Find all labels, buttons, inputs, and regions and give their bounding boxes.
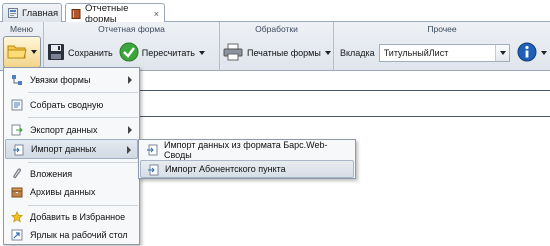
save-label: Сохранить — [68, 47, 113, 58]
chevron-right-icon — [127, 146, 131, 154]
chevron-right-icon — [128, 76, 132, 84]
info-button[interactable] — [514, 39, 550, 67]
chevron-down-icon[interactable] — [495, 44, 509, 61]
group-title: Меню — [10, 24, 33, 34]
menu-item-label: Ярлык на рабочий стол — [30, 230, 128, 240]
menu-item-label: Увязки формы — [30, 75, 91, 85]
print-forms-label: Печатные формы — [247, 47, 321, 58]
divider — [28, 162, 138, 163]
printer-icon — [223, 43, 243, 63]
import-submenu: Импорт данных из формата Барс.Web-Своды … — [138, 139, 356, 179]
import-file-icon — [146, 144, 158, 156]
divider — [28, 205, 138, 206]
menu-item-collect-summary[interactable]: Собрать сводную — [5, 95, 138, 115]
ribbon-toolbar: Меню Отчетная форма Сохранить Пересчитат… — [0, 22, 550, 71]
divider — [28, 92, 138, 93]
processing-group: Обработки Печатные формы — [220, 22, 334, 71]
menu-item-label: Импорт данных — [31, 144, 97, 154]
folder-icon — [7, 43, 27, 61]
submenu-item-import-bars[interactable]: Импорт данных из формата Барс.Web-Своды — [140, 140, 354, 160]
menu-item-attachments[interactable]: Вложения — [5, 164, 138, 184]
menu-item-label: Экспорт данных — [30, 125, 98, 135]
import-icon — [12, 144, 24, 156]
group-title: Прочее — [427, 24, 457, 34]
import-file-icon — [147, 164, 159, 176]
submenu-item-label: Импорт Абонентского пункта — [165, 164, 286, 174]
menu-item-label: Архивы данных — [30, 187, 96, 197]
submenu-item-label: Импорт данных из формата Барс.Web-Своды — [164, 140, 328, 160]
group-title: Отчетная форма — [98, 24, 165, 34]
menu-item-label: Добавить в Избранное — [30, 212, 126, 222]
collect-icon — [11, 99, 23, 111]
tab-bar: Главная Отчетные формы × — [0, 0, 550, 25]
book-icon — [71, 8, 81, 19]
divider — [28, 117, 138, 118]
check-icon — [119, 42, 139, 64]
tab-select-value: ТитульныйЛист — [383, 47, 449, 58]
archive-icon — [11, 186, 23, 198]
menu-item-data-archives[interactable]: Архивы данных — [5, 182, 138, 202]
report-form-group: Отчетная форма Сохранить Пересчитать — [44, 22, 220, 71]
tab-report-forms[interactable]: Отчетные формы × — [65, 3, 165, 25]
menu-item-export-data[interactable]: Экспорт данных — [5, 120, 138, 140]
menu-item-add-favorites[interactable]: Добавить в Избранное — [5, 207, 138, 227]
group-title: Обработки — [255, 24, 298, 34]
tab-select-label: Вкладка — [340, 47, 375, 58]
chevron-down-icon[interactable] — [198, 50, 205, 55]
export-icon — [11, 124, 23, 136]
floppy-icon — [47, 43, 65, 63]
info-icon — [517, 42, 537, 64]
tab-home[interactable]: Главная — [2, 3, 62, 22]
close-icon[interactable]: × — [154, 9, 159, 19]
tab-select[interactable]: ТитульныйЛист — [378, 43, 510, 62]
recalculate-label: Пересчитать — [141, 47, 195, 58]
menu-group: Меню — [0, 22, 44, 71]
menu-item-form-links[interactable]: Увязки формы — [5, 70, 138, 90]
links-icon — [11, 74, 23, 86]
star-icon — [11, 211, 23, 223]
chevron-right-icon — [128, 126, 132, 134]
divider — [140, 116, 550, 117]
divider — [140, 90, 550, 91]
home-icon — [8, 8, 18, 18]
shortcut-icon — [11, 229, 23, 241]
chevron-down-icon — [541, 50, 547, 55]
chevron-down-icon — [324, 50, 331, 55]
submenu-item-import-subscriber[interactable]: Импорт Абонентского пункта — [140, 160, 354, 178]
main-menu: Увязки формы Собрать сводную Экспорт дан… — [3, 67, 140, 245]
tab-label: Главная — [22, 7, 59, 19]
recalculate-button[interactable]: Пересчитать — [116, 39, 208, 67]
print-forms-button[interactable]: Печатные формы — [220, 39, 334, 67]
menu-item-desktop-shortcut[interactable]: Ярлык на рабочий стол — [5, 225, 138, 245]
save-button[interactable]: Сохранить — [44, 39, 116, 67]
menu-item-label: Вложения — [30, 169, 73, 179]
menu-button[interactable] — [3, 36, 41, 68]
chevron-down-icon — [31, 50, 37, 54]
paperclip-icon — [11, 168, 23, 180]
other-group: Прочее Вкладка ТитульныйЛист — [334, 22, 550, 71]
menu-item-label: Собрать сводную — [30, 100, 104, 110]
menu-item-import-data[interactable]: Импорт данных — [5, 139, 138, 159]
